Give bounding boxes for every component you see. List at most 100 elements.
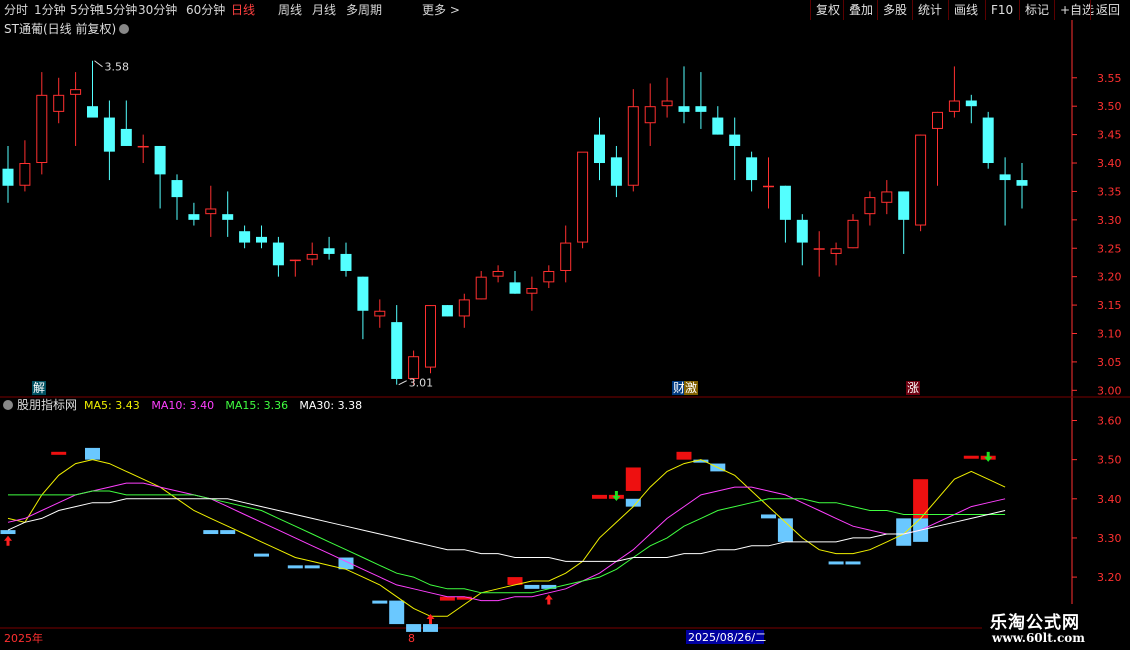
candle-body [932, 111, 943, 129]
period-tab-6[interactable]: 日线 [231, 2, 255, 18]
stock-title: ST通葡(日线 前复权) [4, 21, 116, 36]
price-tick-label: 3.10 [1097, 327, 1122, 340]
period-tab-8[interactable]: 月线 [312, 2, 336, 18]
candle-body [357, 276, 369, 311]
marker-ji: 激 [685, 381, 697, 395]
candle-body [289, 259, 301, 262]
marker-jie: 解 [33, 381, 45, 395]
candle-body [695, 106, 707, 112]
indicator-bar [524, 584, 540, 589]
indicator-bar [220, 530, 236, 535]
candle-body [881, 191, 893, 203]
candle-body [137, 145, 149, 148]
period-tab-1[interactable]: 1分钟 [34, 2, 66, 18]
candle-body [560, 242, 572, 271]
marker-zhang: 涨 [907, 380, 919, 395]
candle-body [577, 151, 589, 243]
candle-body [120, 128, 132, 146]
indicator-bar [828, 561, 844, 565]
period-tab-5[interactable]: 60分钟 [186, 2, 225, 18]
price-tick-label: 3.25 [1097, 242, 1122, 255]
toolbar-button-0[interactable]: 复权 [816, 2, 840, 18]
candle-body [763, 185, 774, 188]
indicator-bar [85, 447, 100, 460]
candle-body [678, 106, 690, 112]
candle-body [847, 219, 859, 249]
price-tick-label: 3.35 [1097, 185, 1122, 198]
candle-body [1016, 180, 1028, 186]
candle-body [340, 253, 352, 271]
candle-body [492, 270, 504, 277]
ma-legend-2: MA15: 3.36 [225, 399, 288, 412]
indicator-name: 股朋指标网 [17, 397, 77, 412]
indicator-bar [625, 467, 641, 491]
period-tab-3[interactable]: 15分钟 [98, 2, 137, 18]
candle-body [70, 89, 82, 95]
chart-frame [0, 20, 1130, 650]
candle-body [154, 145, 166, 175]
toolbar-button-6[interactable]: 标记 [1025, 2, 1049, 18]
period-tab-2[interactable]: 5分钟 [70, 2, 102, 18]
candle-body [813, 248, 825, 250]
candle-body [509, 282, 521, 294]
candle-body [256, 236, 267, 243]
period-tab-4[interactable]: 30分钟 [138, 2, 177, 18]
indicator-bar [51, 451, 67, 455]
indicator-bar [676, 451, 692, 460]
price-tick-label: 3.15 [1097, 299, 1122, 312]
candle-body [374, 310, 386, 317]
candle-body [87, 106, 98, 118]
price-tick-label: 3.05 [1097, 356, 1122, 369]
toolbar-button-8[interactable]: 返回 [1096, 2, 1120, 18]
candle-body [864, 197, 876, 215]
period-tab-0[interactable]: 分时 [4, 2, 28, 18]
indicator-bar [963, 455, 979, 459]
candle-body [543, 270, 555, 283]
candle-body [475, 276, 487, 300]
toolbar-separator [912, 0, 913, 20]
toolbar-button-4[interactable]: 画线 [954, 2, 978, 18]
candle-body [796, 219, 808, 243]
chart-background [0, 20, 1130, 650]
low-price-label: 3.01 [409, 377, 434, 390]
price-tick-label: 3.30 [1097, 214, 1122, 227]
candle-body [729, 134, 741, 146]
toolbar-separator [810, 0, 811, 20]
toolbar-button-1[interactable]: 叠加 [849, 2, 873, 18]
toolbar-separator [1090, 0, 1091, 20]
period-tab-10[interactable]: 更多 > [422, 2, 460, 18]
toolbar-button-7[interactable]: +自选 [1060, 2, 1094, 18]
indicator-tick-label: 3.50 [1097, 454, 1122, 467]
candle-body [915, 134, 927, 226]
ma-legend-3: MA30: 3.38 [299, 399, 362, 412]
candle-body [2, 168, 14, 186]
indicator-tick-label: 3.60 [1097, 414, 1122, 427]
candle-body [306, 253, 318, 260]
candle-body [594, 134, 605, 164]
toolbar-button-2[interactable]: 多股 [883, 2, 907, 18]
candle-body [779, 185, 791, 220]
period-tab-7[interactable]: 周线 [278, 2, 302, 18]
toolbar-button-5[interactable]: F10 [991, 2, 1013, 18]
high-price-label: 3.58 [105, 61, 130, 74]
candle-body [999, 174, 1011, 181]
candle-body [53, 94, 65, 112]
candle-body [205, 208, 217, 215]
candle-body [712, 117, 724, 135]
watermark-url: www.60lt.com [992, 631, 1085, 645]
period-tab-9[interactable]: 多周期 [346, 2, 382, 18]
candle-body [188, 214, 200, 220]
toolbar-separator [1054, 0, 1055, 20]
candle-body [36, 94, 48, 164]
toolbar-separator [1019, 0, 1020, 20]
candle-body [19, 163, 31, 186]
indicator-bar [0, 530, 16, 535]
toolbar-button-3[interactable]: 统计 [918, 2, 942, 18]
month-label: 8 [408, 632, 415, 645]
candle-body [526, 288, 538, 294]
price-tick-label: 3.00 [1097, 384, 1122, 397]
watermark-title: 乐淘公式网 [990, 613, 1080, 633]
candle-body [458, 299, 470, 317]
indicator-bar [592, 494, 607, 499]
price-tick-label: 3.45 [1097, 129, 1122, 142]
